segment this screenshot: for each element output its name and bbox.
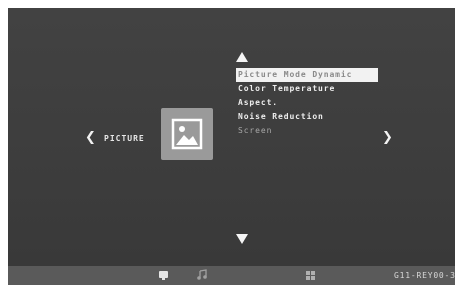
menu-item-color-temperature[interactable]: Color Temperature bbox=[236, 82, 378, 96]
music-note-icon[interactable] bbox=[196, 269, 207, 280]
picture-category-tile[interactable] bbox=[161, 108, 213, 160]
tv-icon[interactable] bbox=[158, 270, 169, 281]
grid-icon[interactable] bbox=[305, 270, 316, 281]
bottom-taskbar: G11-REY00-30 bbox=[8, 266, 455, 285]
menu-item-screen[interactable]: Screen bbox=[236, 124, 378, 138]
triangle-up-icon[interactable] bbox=[236, 52, 248, 62]
model-number: G11-REY00-30 bbox=[394, 271, 455, 280]
chevron-right-icon[interactable]: ❯ bbox=[382, 131, 393, 144]
picture-settings-menu: Picture Mode Dynamic Color Temperature A… bbox=[236, 68, 378, 138]
image-icon bbox=[171, 118, 203, 150]
menu-item-noise-reduction[interactable]: Noise Reduction bbox=[236, 110, 378, 124]
category-label: PICTURE bbox=[104, 134, 145, 143]
menu-item-aspect[interactable]: Aspect. bbox=[236, 96, 378, 110]
tv-menu-screen: ❮ PICTURE Picture Mode Dynamic Color Tem… bbox=[8, 8, 455, 285]
chevron-left-icon[interactable]: ❮ bbox=[85, 131, 96, 144]
triangle-down-icon[interactable] bbox=[236, 234, 248, 244]
menu-item-picture-mode[interactable]: Picture Mode Dynamic bbox=[236, 68, 378, 82]
